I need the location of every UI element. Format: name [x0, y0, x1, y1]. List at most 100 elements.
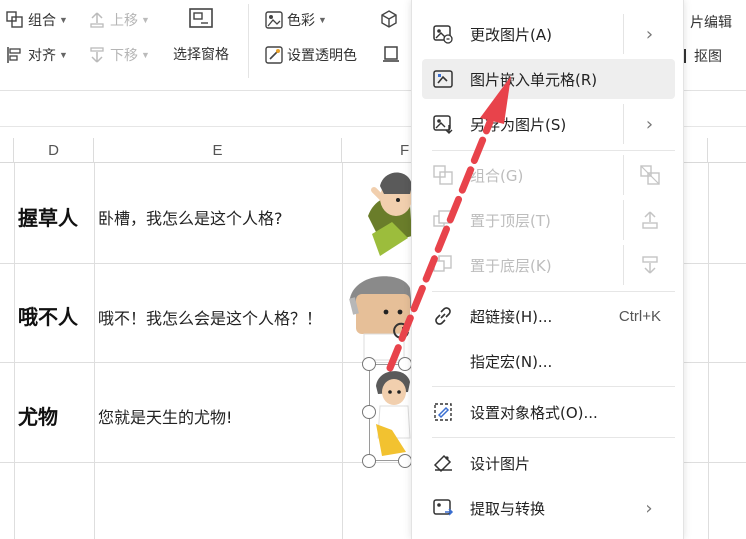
3d-effect-button[interactable] — [380, 10, 402, 28]
menu-separator — [432, 291, 675, 292]
menu-item-save-as-picture[interactable]: 另存为图片(S) › — [422, 104, 675, 144]
grid-line — [684, 362, 746, 363]
move-up-button[interactable]: 上移 ▼ — [88, 10, 150, 30]
menu-item-label: 设置对象格式(O)... — [470, 403, 598, 422]
grid-line — [0, 362, 411, 363]
submenu-chevron-icon[interactable]: › — [623, 14, 675, 54]
menu-item-hyperlink[interactable]: 超链接(H)... Ctrl+K — [422, 296, 675, 336]
resize-handle-bottom-right[interactable] — [398, 454, 412, 468]
chevron-down-icon: ▼ — [59, 15, 68, 25]
ribbon-partial-button[interactable] — [382, 45, 404, 63]
menu-item-label: 指定宏(N)... — [470, 352, 553, 371]
context-menu: 更改图片(A) › 图片嵌入单元格(R) 另存为图片(S) › 组合(G) 置于… — [411, 0, 684, 539]
column-header-d[interactable]: D — [14, 138, 94, 163]
resize-handle-top-left[interactable] — [362, 357, 376, 371]
submenu-chevron-icon[interactable]: › — [623, 104, 675, 144]
cutout-icon — [684, 49, 686, 63]
menu-item-design-picture[interactable]: 设计图片 — [422, 443, 675, 483]
menu-item-label: 超链接(H)... — [470, 307, 553, 326]
color-label: 色彩 — [287, 12, 315, 28]
save-picture-icon — [432, 113, 454, 135]
align-label: 对齐 — [28, 47, 56, 63]
grid-line — [94, 163, 95, 539]
column-header-e[interactable]: E — [94, 138, 342, 163]
chevron-down-icon: ▼ — [141, 15, 150, 25]
color-button[interactable]: 色彩 ▼ — [265, 10, 327, 30]
cell-e-row3[interactable]: 您就是天生的尤物! — [98, 404, 232, 428]
resize-handle-top-right[interactable] — [398, 357, 412, 371]
align-icon — [6, 46, 24, 64]
menu-item-label: 提取与转换 — [470, 499, 546, 518]
hyperlink-shortcut: Ctrl+K — [618, 307, 661, 325]
frame-icon — [382, 45, 400, 63]
menu-item-assign-macro[interactable]: 指定宏(N)... — [422, 341, 675, 381]
menu-item-label: 置于底层(K) — [470, 256, 552, 275]
grid-line — [684, 263, 746, 264]
column-header-partial — [0, 138, 14, 163]
menu-item-send-to-back[interactable]: 置于底层(K) — [422, 245, 675, 285]
blank-icon — [432, 350, 454, 372]
menu-item-label: 置于顶层(T) — [470, 211, 551, 230]
column-header-right-b — [708, 138, 746, 163]
extract-convert-icon — [432, 497, 454, 519]
move-down-button[interactable]: 下移 ▼ — [88, 45, 150, 65]
chevron-down-icon: ▼ — [141, 50, 150, 60]
transparent-color-icon — [265, 46, 283, 64]
group-label: 组合 — [28, 12, 56, 28]
menu-item-embed-in-cell[interactable]: 图片嵌入单元格(R) — [422, 59, 675, 99]
align-button[interactable]: 对齐 ▼ — [6, 45, 68, 65]
menu-item-label: 图片嵌入单元格(R) — [470, 70, 598, 89]
cutout-label: 抠图 — [694, 48, 722, 64]
cell-e-row1[interactable]: 卧槽，我怎么是这个人格? — [98, 205, 283, 229]
cell-e-row2[interactable]: 哦不！我怎么会是这个人格？！ — [98, 305, 322, 329]
submenu-chevron-icon[interactable]: › — [623, 488, 675, 528]
bring-forward-icon — [623, 200, 675, 240]
grid-line — [684, 462, 746, 463]
cube-icon — [380, 10, 398, 28]
change-picture-icon — [432, 23, 454, 45]
menu-item-group[interactable]: 组合(G) — [422, 155, 675, 195]
ribbon-divider — [248, 4, 249, 78]
cell-d-row3[interactable]: 尤物 — [18, 401, 58, 430]
menu-item-extract-convert[interactable]: 提取与转换 › — [422, 488, 675, 528]
rotate-handle-icon[interactable] — [392, 320, 412, 340]
resize-handle-bottom-left[interactable] — [362, 454, 376, 468]
cell-d-row2[interactable]: 哦不人 — [18, 301, 78, 330]
embed-picture-icon — [432, 68, 454, 90]
grid-line — [0, 462, 411, 463]
selection-pane-label: 选择窗格 — [173, 46, 229, 62]
column-header-right-a — [684, 138, 708, 163]
menu-item-label: 另存为图片(S) — [470, 115, 567, 134]
resize-handle-middle-left[interactable] — [362, 405, 376, 419]
menu-item-label: 组合(G) — [470, 166, 524, 185]
menu-item-format-object[interactable]: 设置对象格式(O)... — [422, 392, 675, 432]
chevron-down-icon: ▼ — [59, 50, 68, 60]
group-icon — [432, 164, 454, 186]
group-icon — [6, 11, 24, 29]
cartoon-image-2[interactable] — [346, 268, 412, 362]
picture-edit-label: 片编辑 — [690, 14, 732, 30]
cartoon-image-1[interactable] — [362, 164, 412, 262]
move-up-icon — [88, 11, 106, 29]
format-object-icon — [432, 401, 454, 423]
color-icon — [265, 11, 283, 29]
menu-item-change-picture[interactable]: 更改图片(A) › — [422, 14, 675, 54]
picture-edit-button[interactable]: 片编辑 — [690, 12, 732, 32]
cutout-button[interactable]: 抠图 — [684, 46, 722, 66]
link-icon — [432, 305, 454, 327]
move-down-icon — [88, 46, 106, 64]
selection-pane-button[interactable]: 选择窗格 — [173, 6, 229, 64]
send-to-back-icon — [432, 254, 454, 276]
move-up-label: 上移 — [110, 12, 138, 28]
ungroup-icon — [623, 155, 675, 195]
menu-separator — [432, 437, 675, 438]
selection-pane-icon — [187, 6, 215, 34]
menu-item-bring-to-front[interactable]: 置于顶层(T) — [422, 200, 675, 240]
group-button[interactable]: 组合 ▼ — [6, 10, 68, 30]
cell-d-row1[interactable]: 握草人 — [18, 202, 78, 231]
send-backward-icon — [623, 245, 675, 285]
chevron-down-icon: ▼ — [318, 15, 327, 25]
menu-separator — [432, 386, 675, 387]
menu-separator — [432, 150, 675, 151]
set-transparent-button[interactable]: 设置透明色 — [265, 45, 357, 65]
